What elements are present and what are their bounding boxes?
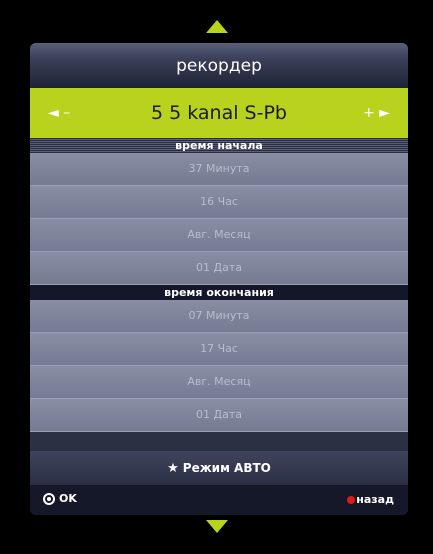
start-date-field[interactable]: 01 Дата [30, 252, 408, 285]
start-time-header: время начала [30, 138, 408, 153]
back-label: назад [356, 493, 394, 506]
channel-selector[interactable]: ◄ – 5 5 kanal S-Pb + ► [30, 88, 408, 138]
recorder-dialog: рекордер ◄ – 5 5 kanal S-Pb + ► время на… [30, 43, 408, 515]
start-minute-field[interactable]: 37 Минута [30, 153, 408, 186]
start-hour-field[interactable]: 16 Час [30, 186, 408, 219]
end-time-header: время окончания [30, 285, 408, 300]
red-button-icon [347, 496, 356, 504]
start-month-field[interactable]: Авг. Месяц [30, 219, 408, 252]
scroll-up-arrow-icon[interactable] [206, 20, 228, 33]
auto-mode-option[interactable]: ★ Режим АВТО [30, 451, 408, 485]
channel-prev-button[interactable]: ◄ – [48, 88, 70, 138]
star-icon: ★ [167, 461, 179, 476]
footer-bar: OK назад [30, 485, 408, 515]
channel-next-button[interactable]: + ► [363, 88, 390, 138]
back-button[interactable]: назад [347, 485, 394, 515]
end-month-field[interactable]: Авг. Месяц [30, 366, 408, 399]
ok-button[interactable]: OK [43, 485, 77, 513]
ok-circle-icon [43, 493, 55, 505]
end-date-field[interactable]: 01 Дата [30, 399, 408, 432]
channel-name: 5 5 kanal S-Pb [150, 102, 287, 124]
ok-label: OK [59, 492, 77, 505]
scroll-down-arrow-icon[interactable] [206, 520, 228, 533]
end-hour-field[interactable]: 17 Час [30, 333, 408, 366]
dialog-title: рекордер [30, 43, 408, 88]
auto-mode-label: Режим АВТО [182, 461, 271, 475]
end-minute-field[interactable]: 07 Минута [30, 300, 408, 333]
